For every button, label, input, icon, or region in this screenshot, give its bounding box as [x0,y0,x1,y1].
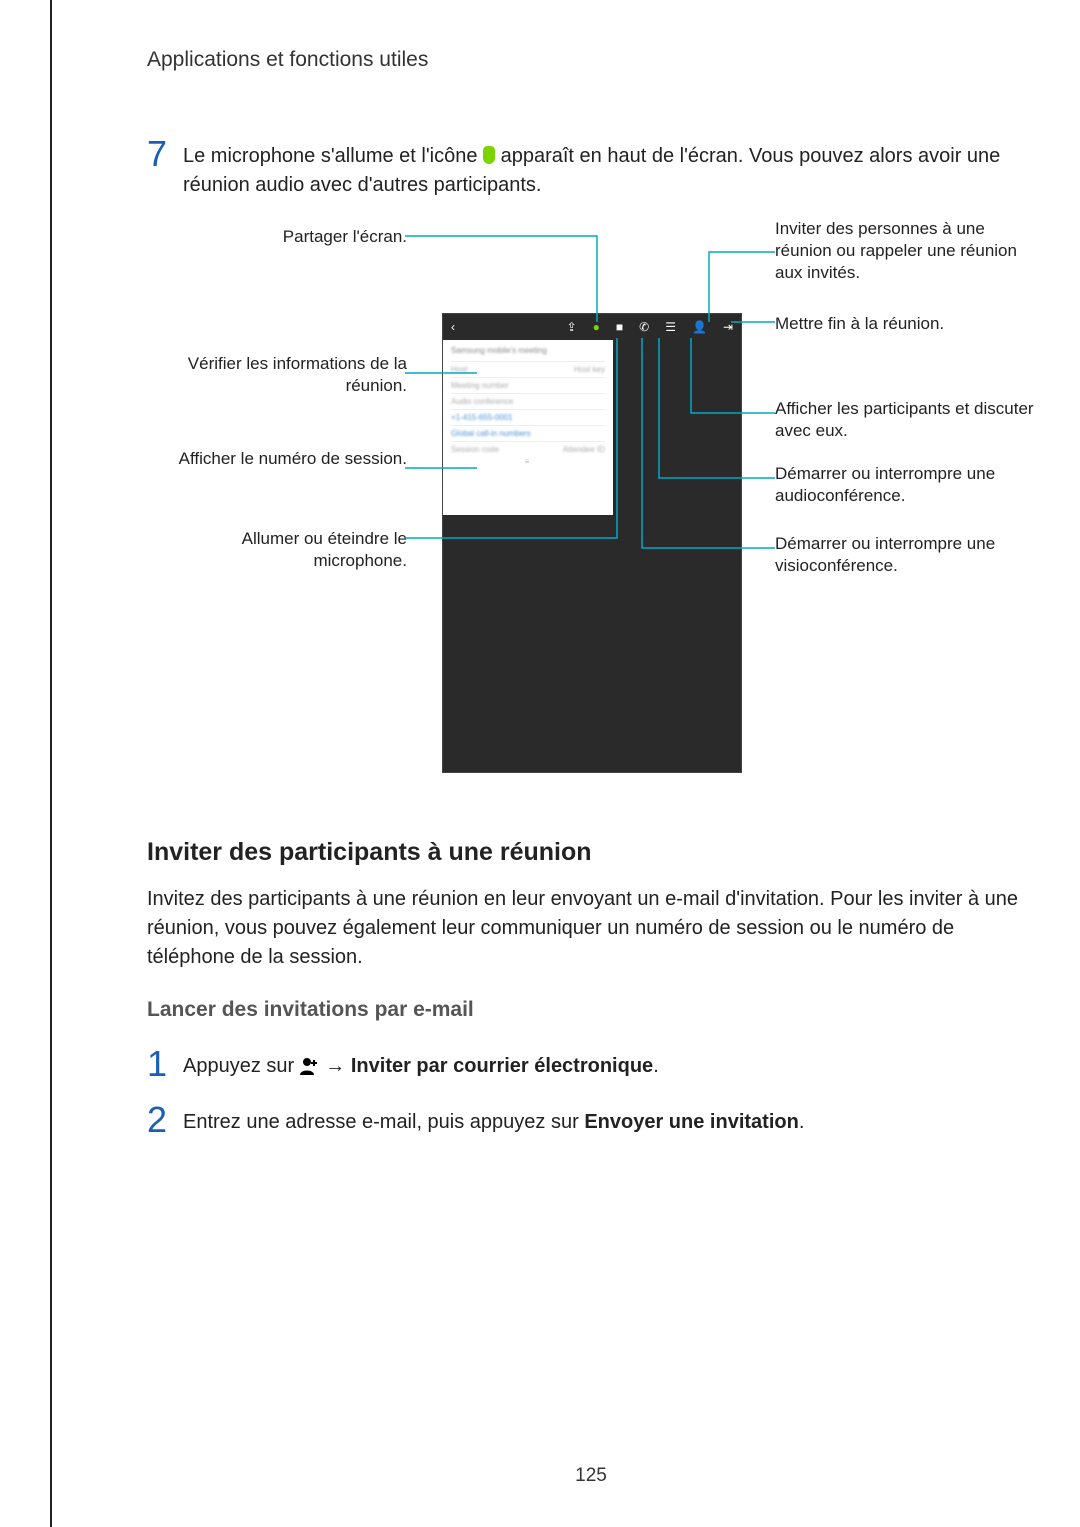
video-icon: ■ [616,320,623,334]
microphone-icon [483,146,495,164]
step-number-2: 2 [147,1102,183,1138]
step-7: 7 Le microphone s'allume et l'icône appa… [147,136,1035,200]
step-2: 2 Entrez une adresse e-mail, puis appuye… [147,1102,1035,1138]
step-7-body: Le microphone s'allume et l'icône appara… [183,136,1035,200]
share-screen-icon: ⇪ [567,320,577,334]
panel-title: Samsung mobile's meeting [451,346,605,355]
exit-icon: ⇥ [723,320,733,334]
callout-video: Démarrer ou interrompre une visioconfére… [775,533,1035,577]
person-plus-icon [300,1055,320,1084]
callout-participants: Afficher les participants et discuter av… [775,398,1035,442]
add-person-icon: 👤 [692,320,707,334]
callout-session-number: Afficher le numéro de session. [147,448,407,470]
callout-audio: Démarrer ou interrompre une audioconfére… [775,463,1035,507]
step-1: 1 Appuyez sur → Inviter par courrier éle… [147,1046,1035,1084]
callout-end-meeting: Mettre fin à la réunion. [775,313,1035,335]
callout-microphone-toggle: Allumer ou éteindre le microphone. [147,528,407,572]
arrow-icon: → [325,1055,345,1077]
step-2-period: . [799,1111,805,1133]
step-2-body: Entrez une adresse e-mail, puis appuyez … [183,1102,1035,1137]
subsection-title-email: Lancer des invitations par e-mail [147,998,1035,1022]
step-2-bold: Envoyer une invitation [584,1111,798,1133]
device-screenshot: ‹ ⇪ ● ■ ✆ ☰ 👤 ⇥ Samsung mobile's meeting… [442,313,742,773]
step-number-1: 1 [147,1046,183,1082]
annotated-screenshot: Partager l'écran. Vérifier les informati… [147,218,1035,798]
step-number-7: 7 [147,136,183,172]
step-1-period: . [653,1055,659,1077]
device-toolbar: ‹ ⇪ ● ■ ✆ ☰ 👤 ⇥ [443,314,741,340]
page-number: 125 [52,1465,1080,1487]
drag-handle-icon: ≡ [451,457,605,466]
callout-invite: Inviter des personnes à une réunion ou r… [775,218,1035,284]
section-title-invite: Inviter des participants à une réunion [147,838,1035,867]
step-1-prefix: Appuyez sur [183,1055,300,1077]
step-1-body: Appuyez sur → Inviter par courrier élect… [183,1046,1035,1084]
participants-icon: ☰ [665,320,676,334]
meeting-info-panel: Samsung mobile's meeting HostHost key Me… [443,340,613,515]
callout-meeting-info: Vérifier les informations de la réunion. [147,353,407,397]
back-icon: ‹ [451,320,455,334]
callout-share-screen: Partager l'écran. [147,226,407,248]
step-1-bold: Inviter par courrier électronique [351,1055,653,1077]
phone-icon: ✆ [639,320,649,334]
page-header: Applications et fonctions utiles [147,48,1035,72]
mic-status-icon: ● [593,320,600,334]
step-2-prefix: Entrez une adresse e-mail, puis appuyez … [183,1111,584,1133]
section-body-invite: Invitez des participants à une réunion e… [147,885,1035,972]
step-7-text-before: Le microphone s'allume et l'icône [183,145,483,167]
